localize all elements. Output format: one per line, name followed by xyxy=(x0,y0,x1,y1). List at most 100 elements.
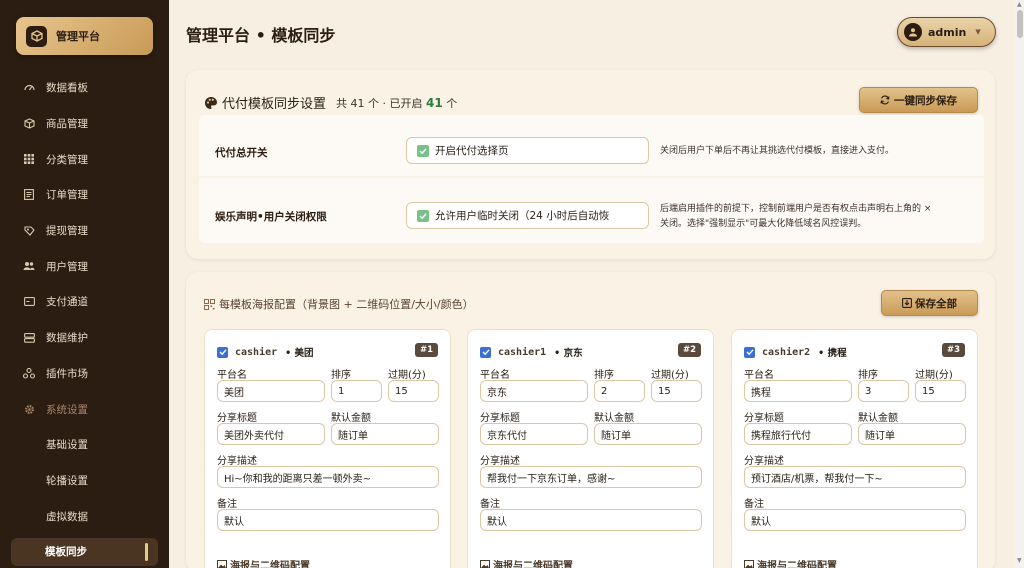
sidebar-item-label: 数据看板 xyxy=(46,82,88,95)
sync-settings-card: 代付模板同步设置 共 41 个 · 已开启 41 个 一键同步保存 代付总开关 … xyxy=(186,70,995,259)
default-amount-input[interactable]: 随订单 xyxy=(331,423,439,445)
sidebar-item-label: 数据维护 xyxy=(46,332,88,345)
user-close-checkbox[interactable]: 允许用户临时关闭（24 小时后自动恢 xyxy=(406,202,649,229)
sidebar-subitem-label: 轮播设置 xyxy=(46,474,88,487)
default-amount-input[interactable]: 随订单 xyxy=(858,423,966,445)
template-card-header: cashier2 • 携程 xyxy=(744,345,847,359)
sidebar-item-users[interactable]: 用户管理 xyxy=(0,248,169,284)
remark-input[interactable]: 默认 xyxy=(217,509,439,531)
template-enabled-checkbox[interactable] xyxy=(480,346,491,358)
sort-input[interactable]: 1 xyxy=(331,380,382,402)
chevron-down-icon: ▼ xyxy=(975,28,981,36)
sidebar-subitem-template-sync[interactable]: 模板同步 xyxy=(11,537,158,566)
poster-config-toggle[interactable]: 海报与二维码配置 xyxy=(217,557,310,568)
expire-input[interactable]: 15 xyxy=(915,380,966,402)
default-amount-input[interactable]: 随订单 xyxy=(594,423,702,445)
sidebar-item-dashboard[interactable]: 数据看板 xyxy=(0,70,169,106)
wallet-icon xyxy=(23,225,35,237)
share-title-input[interactable]: 美团外卖代付 xyxy=(217,423,325,445)
setting-description-line: 关闭。选择"强制显示"可最大化降低域名风控误判。 xyxy=(660,219,867,229)
sync-save-button[interactable]: 一键同步保存 xyxy=(859,87,978,113)
template-card: cashier • 美团 #1 平台名 排序 过期(分) 美团 1 15 分享标… xyxy=(204,329,451,568)
setting-label: 代付总开关 xyxy=(215,147,268,159)
template-code: cashier1 xyxy=(498,346,547,358)
template-name: • 美团 xyxy=(285,348,314,359)
user-avatar-icon xyxy=(904,23,922,41)
sync-save-label: 一键同步保存 xyxy=(894,94,957,107)
poster-config-toggle[interactable]: 海报与二维码配置 xyxy=(480,557,573,568)
template-code: cashier xyxy=(235,346,278,358)
template-count-enabled: 41 xyxy=(426,95,443,110)
sync-card-title: 代付模板同步设置 xyxy=(222,97,327,112)
share-desc-input[interactable]: 帮我付一下京东订单，感谢~ xyxy=(480,466,702,488)
share-desc-label: 分享描述 xyxy=(744,456,784,467)
puzzle-icon xyxy=(23,367,35,379)
platform-label: 平台名 xyxy=(744,370,774,381)
card-icon xyxy=(23,296,35,308)
sync-card-header: 代付模板同步设置 共 41 个 · 已开启 41 个 xyxy=(204,93,457,112)
template-card: cashier1 • 京东 #2 平台名 排序 过期(分) 京东 2 15 分享… xyxy=(467,329,714,568)
setting-row-user-close: 娱乐声明•用户关闭权限 允许用户临时关闭（24 小时后自动恢 后端启用插件的前提… xyxy=(199,178,984,243)
sidebar-item-plugins[interactable]: 插件市场 xyxy=(0,356,169,392)
setting-label: 娱乐声明•用户关闭权限 xyxy=(215,211,327,223)
sidebar-subitem-carousel[interactable]: 轮播设置 xyxy=(0,463,169,499)
template-card-header: cashier • 美团 xyxy=(217,345,314,359)
sort-input[interactable]: 3 xyxy=(858,380,909,402)
share-desc-input[interactable]: Hi~你和我的距离只差一顿外卖~ xyxy=(217,466,439,488)
template-badge: #1 xyxy=(414,343,438,357)
sidebar-item-categories[interactable]: 分类管理 xyxy=(0,141,169,177)
scroll-down-arrow-icon[interactable]: ▼ xyxy=(1017,557,1022,564)
template-count-prefix: 共 41 个 · 已开启 xyxy=(336,96,423,110)
template-enabled-checkbox[interactable] xyxy=(744,346,755,358)
poster-card-header: 每模板海报配置（背景图 + 二维码位置/大小/颜色） xyxy=(204,296,474,312)
share-desc-input[interactable]: 预订酒店/机票，帮我付一下~ xyxy=(744,466,966,488)
sidebar-item-products[interactable]: 商品管理 xyxy=(0,106,169,142)
sort-label: 排序 xyxy=(331,370,351,381)
share-title-input[interactable]: 京东代付 xyxy=(480,423,588,445)
sidebar-subitem-virtual-data[interactable]: 虚拟数据 xyxy=(0,498,169,534)
default-amount-label: 默认金额 xyxy=(331,413,371,424)
grid-icon xyxy=(23,153,35,165)
remark-input[interactable]: 默认 xyxy=(480,509,702,531)
share-desc-label: 分享描述 xyxy=(480,456,520,467)
poster-config-card: 每模板海报配置（背景图 + 二维码位置/大小/颜色） 保存全部 cashier … xyxy=(186,272,995,568)
user-menu-button[interactable]: admin ▼ xyxy=(897,17,996,47)
template-name-text: 美团 xyxy=(294,348,314,359)
sidebar-item-payment[interactable]: 支付通道 xyxy=(0,284,169,320)
scrollbar-thumb[interactable] xyxy=(1017,10,1023,38)
sort-label: 排序 xyxy=(858,370,878,381)
check-icon xyxy=(417,209,429,222)
expire-input[interactable]: 15 xyxy=(651,380,702,402)
save-all-button[interactable]: 保存全部 xyxy=(881,290,978,316)
master-switch-checkbox[interactable]: 开启代付选择页 xyxy=(406,137,649,164)
sidebar-item-maintenance[interactable]: 数据维护 xyxy=(0,320,169,356)
sidebar-subitem-basic[interactable]: 基础设置 xyxy=(0,427,169,463)
sort-input[interactable]: 2 xyxy=(594,380,645,402)
sidebar-item-withdraw[interactable]: 提现管理 xyxy=(0,213,169,249)
platform-input[interactable]: 携程 xyxy=(744,380,852,402)
sidebar-item-settings[interactable]: 系统设置 xyxy=(0,391,169,427)
remark-input[interactable]: 默认 xyxy=(744,509,966,531)
sort-label: 排序 xyxy=(594,370,614,381)
platform-input[interactable]: 京东 xyxy=(480,380,588,402)
sidebar: 管理平台 数据看板 商品管理 分类管理 订单管理 提现管理 用户管理 支付通道 … xyxy=(0,0,169,568)
share-title-label: 分享标题 xyxy=(480,413,520,424)
expire-input[interactable]: 15 xyxy=(388,380,439,402)
poster-config-label: 海报与二维码配置 xyxy=(230,561,310,568)
poster-config-toggle[interactable]: 海报与二维码配置 xyxy=(744,557,837,568)
template-code: cashier2 xyxy=(762,346,811,358)
sidebar-item-orders[interactable]: 订单管理 xyxy=(0,177,169,213)
sidebar-subitem-label: 基础设置 xyxy=(46,439,88,452)
share-title-input[interactable]: 携程旅行代付 xyxy=(744,423,852,445)
brand-logo-button[interactable]: 管理平台 xyxy=(16,17,153,55)
sidebar-subitem-label: 模板同步 xyxy=(45,546,87,559)
platform-input[interactable]: 美团 xyxy=(217,380,325,402)
scroll-up-arrow-icon[interactable]: ▲ xyxy=(1017,1,1022,8)
gear-icon xyxy=(23,403,35,415)
template-count: 共 41 个 · 已开启 41 个 xyxy=(336,95,457,111)
expire-label: 过期(分) xyxy=(651,370,689,381)
sidebar-item-label: 订单管理 xyxy=(46,189,88,202)
page-scrollbar[interactable]: ▲ ▼ xyxy=(1015,0,1024,568)
template-enabled-checkbox[interactable] xyxy=(217,346,228,358)
poster-card-title: 每模板海报配置（背景图 + 二维码位置/大小/颜色） xyxy=(219,298,474,311)
